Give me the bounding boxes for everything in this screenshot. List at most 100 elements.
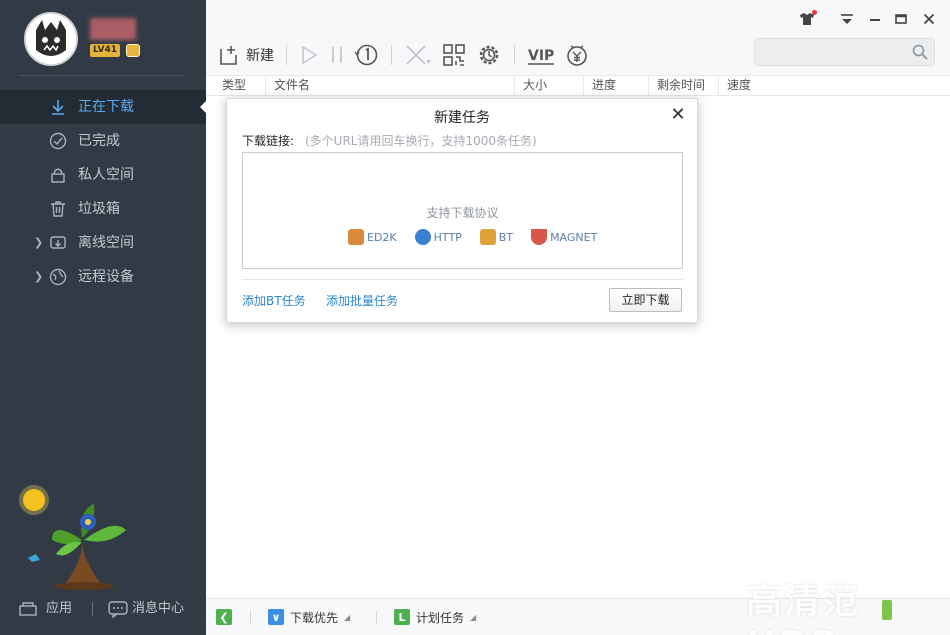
scheduled-tasks-button[interactable]: L 计划任务 ◢ xyxy=(394,608,476,626)
sidebar-item-trash[interactable]: 垃圾箱 xyxy=(0,192,206,226)
yen-coin-icon xyxy=(567,45,587,66)
sidebar-item-private-space[interactable]: 私人空间 xyxy=(0,158,206,192)
close-window-icon[interactable] xyxy=(920,10,938,28)
check-circle-icon xyxy=(49,132,67,150)
watermark-badge-image xyxy=(882,600,892,620)
search-icon[interactable] xyxy=(912,44,928,60)
toolbar-divider xyxy=(514,45,515,65)
pause-button[interactable] xyxy=(329,40,345,70)
chevron-right-icon[interactable]: ❯ xyxy=(34,260,43,294)
dialog-close-icon[interactable]: ✕ xyxy=(669,104,687,125)
skin-shirt-icon[interactable] xyxy=(798,10,817,28)
sidebar-divider xyxy=(20,75,183,76)
protocol-ed2k: ED2K xyxy=(348,229,397,245)
chevron-right-icon[interactable]: ❯ xyxy=(34,226,43,260)
notification-dot xyxy=(812,10,817,15)
caret-icon: ◢ xyxy=(470,612,477,622)
download-now-button[interactable]: 立即下载 xyxy=(609,288,682,312)
pause-icon xyxy=(332,47,342,63)
collapse-sidebar-button[interactable]: ❮ xyxy=(216,608,232,626)
settings-button[interactable] xyxy=(476,40,502,70)
add-batch-task-link[interactable]: 添加批量任务 xyxy=(326,292,398,309)
delete-x-icon xyxy=(406,45,431,65)
column-time-left[interactable]: 剩余时间 xyxy=(648,76,720,96)
protocol-label: ED2K xyxy=(367,230,397,244)
download-link-hint: (多个URL请用回车换行，支持1000条任务) xyxy=(305,134,537,148)
clock-one-icon xyxy=(355,44,378,66)
protocol-label: HTTP xyxy=(433,230,462,244)
column-filename[interactable]: 文件名 xyxy=(265,76,515,96)
avatar[interactable] xyxy=(24,12,78,66)
start-button[interactable] xyxy=(299,40,319,70)
sidebar-bottom-bar: 应用 消息中心 xyxy=(0,595,206,623)
sidebar-item-completed[interactable]: 已完成 xyxy=(0,124,206,158)
toolbar-divider xyxy=(286,45,287,65)
add-bt-task-link[interactable]: 添加BT任务 xyxy=(242,292,306,309)
new-task-label: 新建 xyxy=(246,48,274,64)
download-icon xyxy=(49,98,67,116)
new-task-button[interactable]: 新建 xyxy=(218,40,274,70)
growth-plant-image[interactable] xyxy=(22,500,142,590)
menu-dropdown-icon[interactable] xyxy=(838,10,856,28)
username-redacted xyxy=(90,18,136,40)
sidebar-item-label: 远程设备 xyxy=(78,269,134,285)
scheduled-tasks-label: 计划任务 xyxy=(416,610,465,625)
sidebar: LV41 正在下载 已完成 私人空间 垃圾箱 ❯ 离线空间 ❯ 远程设备 应用 … xyxy=(0,0,206,635)
column-progress[interactable]: 进度 xyxy=(583,76,649,96)
gear-icon xyxy=(479,45,499,65)
minimize-icon[interactable] xyxy=(866,10,884,28)
dialog-divider xyxy=(242,279,683,280)
sidebar-item-label: 离线空间 xyxy=(78,235,134,251)
column-speed[interactable]: 速度 xyxy=(718,76,778,96)
protocol-list: ED2K HTTP BT MAGNET xyxy=(348,229,597,245)
delete-button[interactable] xyxy=(404,40,432,70)
protocol-label: BT xyxy=(498,230,514,244)
download-priority-button[interactable]: ∨ 下载优先 ◢ xyxy=(268,608,350,626)
toolbar-divider xyxy=(391,45,392,65)
svg-text:VIP: VIP xyxy=(528,48,554,64)
qr-code-icon xyxy=(443,44,465,66)
magnet-icon xyxy=(531,229,548,245)
sidebar-nav: 正在下载 已完成 私人空间 垃圾箱 ❯ 离线空间 ❯ 远程设备 xyxy=(0,90,206,294)
search-input[interactable] xyxy=(761,43,901,61)
app-window: LV41 正在下载 已完成 私人空间 垃圾箱 ❯ 离线空间 ❯ 远程设备 应用 … xyxy=(0,0,950,635)
maximize-icon[interactable] xyxy=(892,10,910,28)
protocol-magnet: MAGNET xyxy=(531,229,597,245)
search-box[interactable] xyxy=(754,38,935,66)
ie-http-icon xyxy=(414,229,431,245)
column-header: 类型 文件名 大小 进度 剩余时间 速度 xyxy=(206,76,950,96)
bt-file-icon xyxy=(479,229,496,245)
column-size[interactable]: 大小 xyxy=(514,76,584,96)
watermark-image: 高清范HDB xyxy=(746,581,861,635)
sidebar-item-downloading[interactable]: 正在下载 xyxy=(0,90,206,124)
sidebar-item-label: 正在下载 xyxy=(78,99,134,115)
protocol-http: HTTP xyxy=(414,229,462,245)
statusbar-divider xyxy=(250,610,251,624)
sidebar-item-label: 垃圾箱 xyxy=(78,201,120,217)
sidebar-item-offline-space[interactable]: ❯ 离线空间 xyxy=(0,226,206,260)
qr-code-button[interactable] xyxy=(442,40,466,70)
priority-icon: ∨ xyxy=(268,609,284,625)
statusbar-divider xyxy=(376,610,377,624)
open-file-button[interactable] xyxy=(355,40,379,70)
apps-button[interactable]: 应用 xyxy=(18,595,72,623)
cloud-download-icon xyxy=(49,234,67,252)
message-center-label: 消息中心 xyxy=(132,601,185,616)
sidebar-item-remote-devices[interactable]: ❯ 远程设备 xyxy=(0,260,206,294)
toolbar: 新建 VIP xyxy=(218,40,599,70)
protocol-bt: BT xyxy=(479,229,514,245)
download-priority-label: 下载优先 xyxy=(290,610,339,625)
vip-icon: VIP xyxy=(528,48,554,65)
protocols-title: 支持下载协议 xyxy=(426,206,499,220)
trash-icon xyxy=(49,200,67,218)
message-center-button[interactable]: 消息中心 xyxy=(108,595,184,623)
money-button[interactable] xyxy=(565,40,589,70)
caret-icon: ◢ xyxy=(344,612,351,622)
vip-button[interactable]: VIP xyxy=(527,40,555,70)
protocol-label: MAGNET xyxy=(550,230,598,244)
column-type[interactable]: 类型 xyxy=(214,76,266,96)
download-link-textarea[interactable]: 支持下载协议 ED2K HTTP BT MAGNET xyxy=(242,152,683,269)
top-bar: 新建 VIP xyxy=(206,0,950,76)
vip-badge-icon xyxy=(126,44,140,57)
ed2k-icon xyxy=(348,229,364,245)
